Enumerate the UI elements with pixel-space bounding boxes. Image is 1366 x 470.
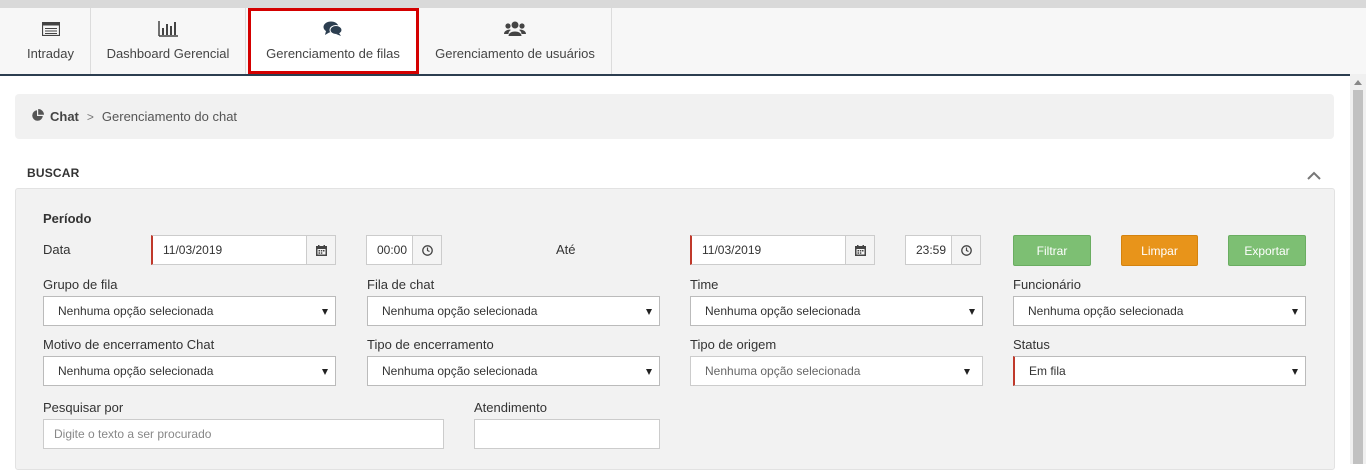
date-to-value: 11/03/2019 (702, 243, 762, 257)
select-value: Nenhuma opção selecionada (58, 304, 214, 318)
scrollbar-thumb[interactable] (1353, 90, 1363, 464)
search-by-label: Pesquisar por (43, 400, 124, 415)
calendar-icon[interactable] (306, 235, 336, 265)
date-from-value: 11/03/2019 (163, 243, 223, 257)
select-value: Nenhuma opção selecionada (1028, 304, 1184, 318)
attendance-label: Atendimento (474, 400, 547, 415)
vertical-scrollbar[interactable] (1350, 74, 1366, 464)
top-strip (0, 0, 1366, 8)
calendar-icon[interactable] (845, 235, 875, 265)
select-value: Nenhuma opção selecionada (705, 364, 861, 378)
tab-intraday[interactable]: Intraday (11, 8, 91, 74)
section-title: BUSCAR (27, 166, 80, 180)
select-value: Nenhuma opção selecionada (382, 364, 538, 378)
until-label: Até (556, 242, 576, 257)
tab-gerenciamento-de-usuarios[interactable]: Gerenciamento de usuários (419, 8, 612, 74)
export-button[interactable]: Exportar (1228, 235, 1306, 266)
search-placeholder: Digite o texto a ser procurado (54, 427, 212, 441)
time-from-field[interactable]: 00:00 (366, 235, 442, 265)
origin-type-label: Tipo de origem (690, 337, 777, 352)
chat-queue-label: Fila de chat (367, 277, 435, 292)
tab-label: Dashboard Gerencial (106, 46, 230, 61)
tab-label: Gerenciamento de usuários (435, 46, 595, 61)
select-value: Nenhuma opção selecionada (58, 364, 214, 378)
select-value: Em fila (1029, 364, 1066, 378)
caret-down-icon (1292, 369, 1298, 375)
queue-group-label: Grupo de fila (43, 277, 118, 292)
search-input[interactable]: Digite o texto a ser procurado (43, 419, 444, 449)
scroll-up-icon[interactable] (1354, 80, 1362, 85)
caret-down-icon (964, 369, 970, 375)
clock-icon[interactable] (412, 235, 442, 265)
date-to-field[interactable]: 11/03/2019 (690, 235, 875, 265)
date-from-field[interactable]: 11/03/2019 (151, 235, 336, 265)
bar-chart-icon (158, 20, 178, 38)
list-icon (41, 20, 60, 38)
closing-reason-label: Motivo de encerramento Chat (43, 337, 215, 352)
module-tabs: Intraday Dashboard Gerencial Gerenciamen… (0, 8, 1366, 76)
time-to-field[interactable]: 23:59 (905, 235, 981, 265)
caret-down-icon (322, 309, 328, 315)
filter-button[interactable]: Filtrar (1013, 235, 1091, 266)
period-label: Período (43, 211, 92, 226)
closing-type-label: Tipo de encerramento (367, 337, 494, 352)
queue-group-select[interactable]: Nenhuma opção selecionada (43, 296, 336, 326)
origin-type-select[interactable]: Nenhuma opção selecionada (690, 356, 983, 386)
tab-dashboard-gerencial[interactable]: Dashboard Gerencial (91, 8, 246, 74)
breadcrumb-current: Gerenciamento do chat (101, 109, 238, 124)
clear-button[interactable]: Limpar (1121, 235, 1198, 266)
attendance-input[interactable] (474, 419, 660, 449)
pie-chart-icon (31, 108, 44, 125)
closing-type-select[interactable]: Nenhuma opção selecionada (367, 356, 660, 386)
tab-gerenciamento-de-filas[interactable]: Gerenciamento de filas (248, 8, 419, 74)
breadcrumb-separator: > (86, 109, 94, 124)
tab-label: Intraday (27, 46, 74, 61)
status-label: Status (1013, 337, 1050, 352)
breadcrumb-root[interactable]: Chat (50, 109, 79, 124)
chat-bubbles-icon (323, 20, 343, 38)
caret-down-icon (969, 309, 975, 315)
tab-label: Gerenciamento de filas (266, 46, 400, 61)
employee-select[interactable]: Nenhuma opção selecionada (1013, 296, 1306, 326)
closing-reason-select[interactable]: Nenhuma opção selecionada (43, 356, 336, 386)
team-select[interactable]: Nenhuma opção selecionada (690, 296, 983, 326)
caret-down-icon (1292, 309, 1298, 315)
employee-label: Funcionário (1013, 277, 1081, 292)
caret-down-icon (322, 369, 328, 375)
clock-icon[interactable] (951, 235, 981, 265)
select-value: Nenhuma opção selecionada (705, 304, 861, 318)
chevron-up-icon[interactable] (1307, 168, 1321, 183)
time-to-value: 23:59 (916, 243, 947, 257)
users-icon (504, 20, 526, 38)
team-label: Time (690, 277, 719, 292)
select-value: Nenhuma opção selecionada (382, 304, 538, 318)
chat-queue-select[interactable]: Nenhuma opção selecionada (367, 296, 660, 326)
status-select[interactable]: Em fila (1013, 356, 1306, 386)
breadcrumb: Chat > Gerenciamento do chat (15, 94, 1334, 139)
caret-down-icon (646, 309, 652, 315)
time-from-value: 00:00 (377, 243, 408, 257)
date-label: Data (43, 242, 71, 257)
caret-down-icon (646, 369, 652, 375)
